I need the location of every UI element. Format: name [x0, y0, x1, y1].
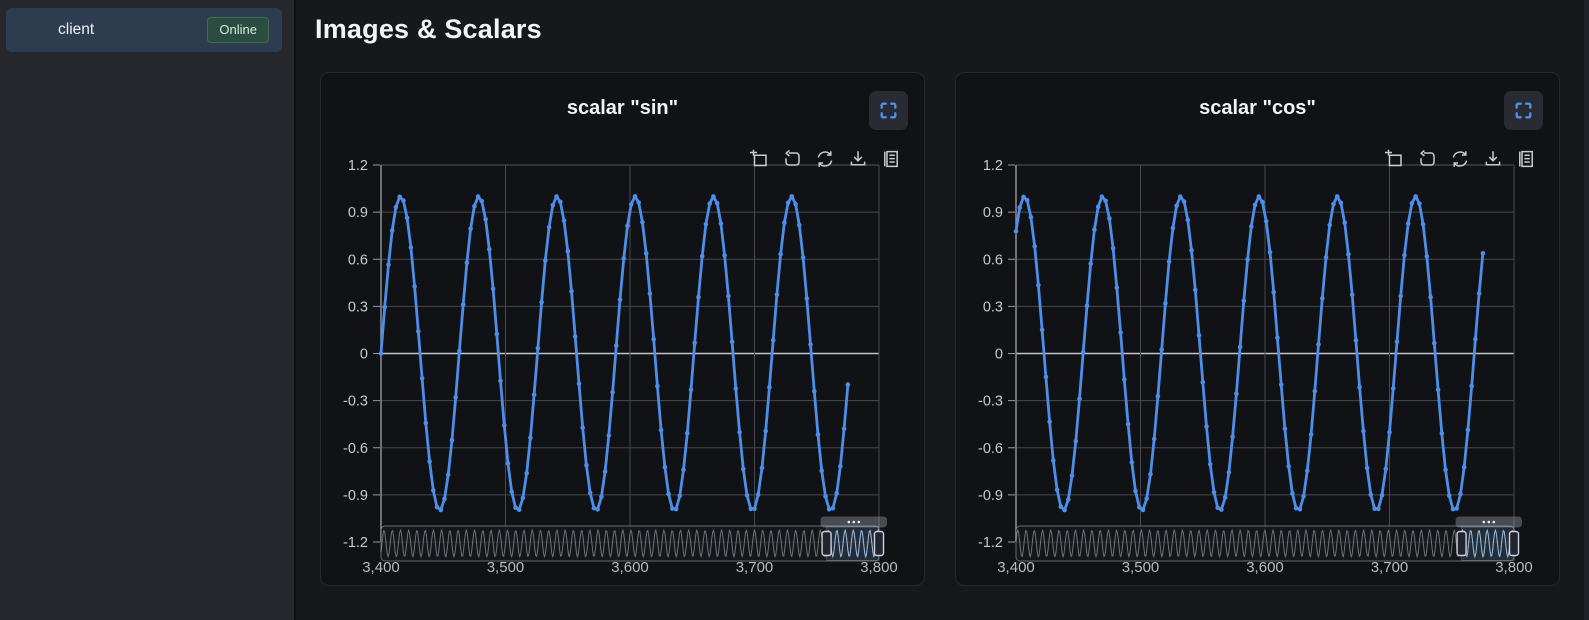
plot-area[interactable] — [381, 165, 879, 542]
y-tick-label: 0 — [360, 347, 368, 363]
fullscreen-button[interactable] — [1504, 91, 1543, 130]
box-zoom-icon[interactable] — [749, 149, 769, 169]
y-tick-label: 0 — [995, 347, 1003, 363]
y-tick-label: 1.2 — [348, 158, 368, 174]
x-tick-label: 3,400 — [362, 559, 400, 576]
x-tick-label: 3,700 — [736, 559, 774, 576]
client-label: client — [58, 21, 94, 39]
chart-toolbox — [1384, 149, 1536, 169]
sidebar-item-client[interactable]: client Online — [6, 8, 282, 52]
fullscreen-icon — [1515, 102, 1532, 119]
zoom-reset-icon[interactable] — [782, 149, 802, 169]
scrollbar-track[interactable] — [1584, 0, 1589, 620]
status-badge: Online — [207, 17, 269, 43]
y-tick-label: 0.6 — [983, 252, 1003, 268]
chart-title: scalar "sin" — [321, 97, 924, 120]
fullscreen-icon — [880, 102, 897, 119]
chart-panel-cos: 1.2 0.9 0.6 0.3 0 -0.3 -0.6 -0.9 -1.2 3,400 3,500 3… — [955, 72, 1560, 586]
y-tick-label: 0.3 — [348, 299, 368, 315]
y-tick-label: 0.9 — [348, 205, 368, 221]
x-tick-label: 3,700 — [1371, 559, 1409, 576]
chart-title: scalar "cos" — [956, 97, 1559, 120]
y-tick-label: 1.2 — [983, 158, 1003, 174]
plot-area[interactable] — [1016, 165, 1514, 542]
y-tick-label: -0.3 — [978, 394, 1003, 410]
app-root: { "sidebar": { "client_label": "client",… — [0, 0, 1589, 620]
save-image-icon[interactable] — [1483, 149, 1503, 169]
x-tick-label: 3,600 — [611, 559, 649, 576]
x-tick-label: 3,500 — [1122, 559, 1160, 576]
main-content: Images & Scalars 1.2 0.9 0.6 0.3 0 -0.3 -0.6 -0… — [298, 0, 1589, 620]
y-tick-label: -1.2 — [343, 535, 368, 551]
y-tick-label: 0.3 — [983, 299, 1003, 315]
data-view-icon[interactable] — [881, 149, 901, 169]
y-tick-label: -0.6 — [343, 441, 368, 457]
chart-panel-sin: 1.2 0.9 0.6 0.3 0 -0.3 -0.6 -0.9 -1.2 3,400 3,500 3… — [320, 72, 925, 586]
save-image-icon[interactable] — [848, 149, 868, 169]
panels-row: 1.2 0.9 0.6 0.3 0 -0.3 -0.6 -0.9 -1.2 3,400 3,500 3… — [320, 72, 1589, 586]
x-tick-label: 3,400 — [997, 559, 1035, 576]
page-title: Images & Scalars — [315, 14, 1589, 45]
fullscreen-button[interactable] — [869, 91, 908, 130]
y-tick-label: -0.3 — [343, 394, 368, 410]
y-tick-label: -0.9 — [978, 488, 1003, 504]
y-tick-label: -0.9 — [343, 488, 368, 504]
y-tick-label: -0.6 — [978, 441, 1003, 457]
zoom-reset-icon[interactable] — [1417, 149, 1437, 169]
x-tick-label: 3,800 — [1495, 559, 1533, 576]
x-tick-label: 3,600 — [1246, 559, 1284, 576]
x-tick-label: 3,800 — [860, 559, 898, 576]
restore-icon[interactable] — [1450, 149, 1470, 169]
chart-toolbox — [749, 149, 901, 169]
data-view-icon[interactable] — [1516, 149, 1536, 169]
box-zoom-icon[interactable] — [1384, 149, 1404, 169]
sidebar: client Online — [0, 0, 296, 620]
y-tick-label: 0.9 — [983, 205, 1003, 221]
x-tick-label: 3,500 — [487, 559, 525, 576]
y-tick-label: 0.6 — [348, 252, 368, 268]
y-tick-label: -1.2 — [978, 535, 1003, 551]
restore-icon[interactable] — [815, 149, 835, 169]
